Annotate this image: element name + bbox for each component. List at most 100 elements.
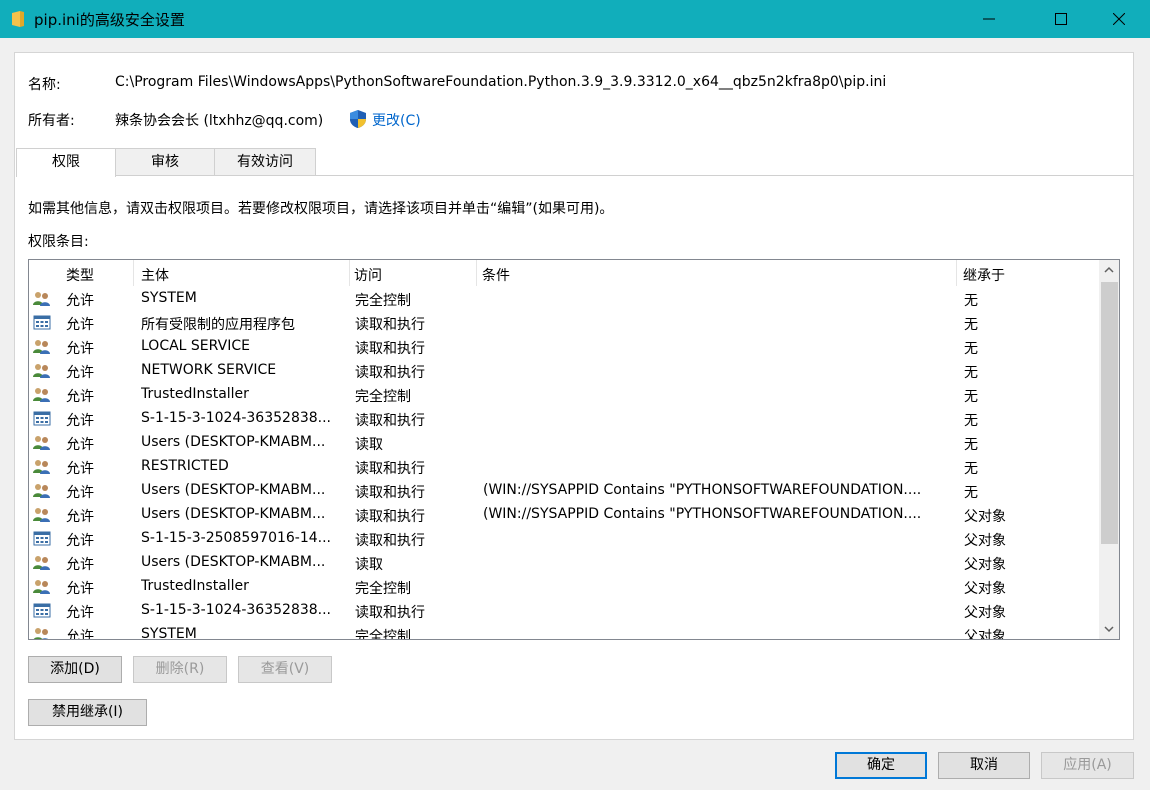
tab-auditing[interactable]: 审核: [115, 148, 215, 176]
vertical-scrollbar[interactable]: [1099, 260, 1119, 639]
cell-type: 允许: [66, 485, 94, 501]
cell-type: 允许: [66, 605, 94, 621]
chevron-down-icon: [1104, 626, 1114, 633]
cell-inherited: 无: [964, 365, 978, 381]
cell-inherited: 父对象: [964, 629, 1006, 640]
cell-inherited: 父对象: [964, 533, 1006, 549]
table-row[interactable]: 允许 LOCAL SERVICE 读取和执行 无: [29, 335, 1099, 359]
table-row[interactable]: 允许 NETWORK SERVICE 读取和执行 无: [29, 359, 1099, 383]
column-header-inherited-from[interactable]: 继承于: [963, 265, 1005, 285]
app-package-icon: [33, 315, 51, 331]
table-row[interactable]: 允许 SYSTEM 完全控制 父对象: [29, 623, 1099, 640]
maximize-button[interactable]: [1038, 0, 1084, 38]
name-label: 名称:: [28, 77, 61, 93]
owner-value: 辣条协会会长 (ltxhhz@qq.com): [115, 113, 324, 129]
cell-type: 允许: [66, 509, 94, 525]
scroll-down-button[interactable]: [1099, 619, 1119, 639]
view-button[interactable]: 查看(V): [238, 656, 332, 683]
ok-button[interactable]: 确定: [835, 752, 927, 779]
cell-principal: TrustedInstaller: [141, 386, 249, 402]
title-bar: pip.ini的高级安全设置: [0, 0, 1150, 38]
scroll-up-button[interactable]: [1099, 260, 1119, 280]
scrollbar-thumb[interactable]: [1101, 282, 1118, 544]
table-row[interactable]: 允许 Users (DESKTOP-KMABM... 读取和执行 (WIN://SYS…: [29, 479, 1099, 503]
minimize-icon: [983, 18, 995, 20]
minimize-button[interactable]: [966, 0, 1012, 38]
column-header-type[interactable]: 类型: [66, 265, 94, 285]
cell-access: 读取: [355, 437, 383, 453]
apply-button[interactable]: 应用(A): [1041, 752, 1134, 779]
cell-access: 读取和执行: [355, 509, 425, 525]
cell-type: 允许: [66, 533, 94, 549]
column-separator: [349, 260, 350, 286]
cell-type: 允许: [66, 389, 94, 405]
cell-type: 允许: [66, 317, 94, 333]
app-package-icon: [33, 531, 51, 547]
permission-entries-list[interactable]: 类型 主体 访问 条件 继承于 允许 SYSTEM 完全控制无允许 所有受限制的应用程…: [28, 259, 1120, 640]
cancel-button[interactable]: 取消: [938, 752, 1030, 779]
instructions-text: 如需其他信息，请双击权限项目。若要修改权限项目，请选择该项目并单击“编辑”(如果…: [28, 201, 614, 217]
close-icon: [1113, 13, 1125, 25]
cell-principal: LOCAL SERVICE: [141, 338, 250, 354]
owner-label: 所有者:: [28, 113, 75, 129]
user-group-icon: [33, 459, 51, 475]
cell-access: 完全控制: [355, 293, 411, 309]
cell-inherited: 无: [964, 293, 978, 309]
user-group-icon: [33, 579, 51, 595]
close-button[interactable]: [1096, 0, 1142, 38]
table-row[interactable]: 允许 TrustedInstaller 完全控制 无: [29, 383, 1099, 407]
column-header-access[interactable]: 访问: [354, 265, 382, 285]
uac-shield-icon: [348, 109, 368, 129]
cell-access: 完全控制: [355, 629, 411, 640]
table-row[interactable]: 允许 所有受限制的应用程序包 读取和执行 无: [29, 311, 1099, 335]
cell-access: 读取和执行: [355, 533, 425, 549]
table-row[interactable]: 允许 S-1-15-3-1024-36352838... 读取和执行 父对象: [29, 599, 1099, 623]
cell-inherited: 无: [964, 485, 978, 501]
cell-type: 允许: [66, 413, 94, 429]
tab-divider: [16, 175, 1134, 176]
cell-principal: S-1-15-3-1024-36352838...: [141, 602, 332, 618]
column-header-principal[interactable]: 主体: [141, 265, 169, 285]
cell-inherited: 父对象: [964, 509, 1006, 525]
user-group-icon: [33, 555, 51, 571]
cell-inherited: 无: [964, 413, 978, 429]
cell-inherited: 无: [964, 389, 978, 405]
user-group-icon: [33, 435, 51, 451]
user-group-icon: [33, 627, 51, 639]
table-row[interactable]: 允许 Users (DESKTOP-KMABM... 读取 无: [29, 431, 1099, 455]
remove-button[interactable]: 删除(R): [133, 656, 227, 683]
maximize-icon: [1055, 13, 1067, 25]
cell-inherited: 父对象: [964, 557, 1006, 573]
column-header-condition[interactable]: 条件: [482, 265, 510, 285]
add-button[interactable]: 添加(D): [28, 656, 122, 683]
cell-condition: (WIN://SYSAPPID Contains "PYTHONSOFTWARE…: [483, 482, 922, 498]
table-row[interactable]: 允许 Users (DESKTOP-KMABM... 读取和执行 (WIN://SYS…: [29, 503, 1099, 527]
name-value: C:\Program Files\WindowsApps\PythonSoftw…: [115, 74, 887, 90]
cell-type: 允许: [66, 557, 94, 573]
cell-principal: SYSTEM: [141, 626, 197, 640]
column-separator: [476, 260, 477, 286]
cell-type: 允许: [66, 365, 94, 381]
table-row[interactable]: 允许 S-1-15-3-1024-36352838... 读取和执行 无: [29, 407, 1099, 431]
column-separator: [133, 260, 134, 286]
table-row[interactable]: 允许 Users (DESKTOP-KMABM... 读取 父对象: [29, 551, 1099, 575]
table-row[interactable]: 允许 SYSTEM 完全控制 无: [29, 287, 1099, 311]
user-group-icon: [33, 339, 51, 355]
change-owner-link[interactable]: 更改(C): [372, 110, 421, 130]
tab-permissions[interactable]: 权限: [16, 148, 116, 177]
cell-principal: Users (DESKTOP-KMABM...: [141, 482, 326, 498]
cell-access: 完全控制: [355, 581, 411, 597]
cell-access: 读取和执行: [355, 605, 425, 621]
table-row[interactable]: 允许 S-1-15-3-2508597016-14... 读取和执行 父对象: [29, 527, 1099, 551]
cell-access: 读取和执行: [355, 365, 425, 381]
cell-access: 读取: [355, 557, 383, 573]
table-row[interactable]: 允许 RESTRICTED 读取和执行 无: [29, 455, 1099, 479]
cell-principal: 所有受限制的应用程序包: [141, 317, 295, 333]
tab-effective-access[interactable]: 有效访问: [214, 148, 316, 176]
table-row[interactable]: 允许 TrustedInstaller 完全控制 父对象: [29, 575, 1099, 599]
app-package-icon: [33, 411, 51, 427]
cell-access: 完全控制: [355, 389, 411, 405]
disable-inheritance-button[interactable]: 禁用继承(I): [28, 699, 147, 726]
user-group-icon: [33, 483, 51, 499]
cell-inherited: 无: [964, 341, 978, 357]
